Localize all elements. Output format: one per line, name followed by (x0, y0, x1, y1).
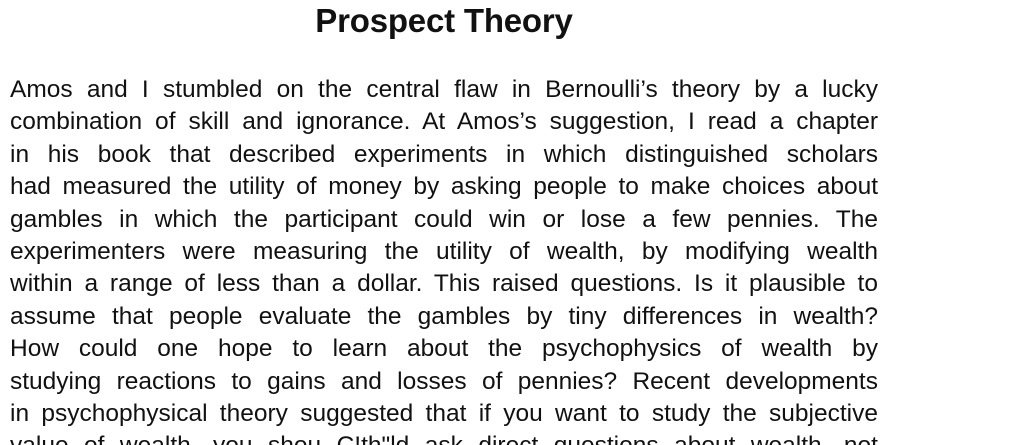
text-line: within a range of less than a dollar. Th… (10, 270, 878, 298)
text-line: assume that people evaluate the gambles … (10, 302, 878, 330)
page-title: Prospect Theory (315, 2, 573, 39)
text-line: combination of skill and ignorance. At A… (10, 108, 878, 136)
text-line: experimenters were measuring the utility… (10, 237, 878, 265)
text-line: in his book that described experiments i… (10, 140, 878, 168)
text-line: value of wealth, you shou C!th"ld ask di… (10, 430, 878, 445)
text-line: How could one hope to learn about the ps… (10, 335, 878, 363)
text-line: Amos and I stumbled on the central flaw … (10, 76, 878, 103)
text-line: in psychophysical theory suggested that … (10, 399, 878, 427)
body-paragraph: Amos and I stumbled on the central flaw … (10, 74, 878, 445)
text-line: had measured the utility of money by ask… (10, 173, 878, 201)
text-line: studying reactions to gains and losses o… (10, 367, 878, 395)
document-page: Prospect Theory Amos and I stumbled on t… (0, 0, 1024, 445)
text-line: gambles in which the participant could w… (10, 205, 878, 233)
